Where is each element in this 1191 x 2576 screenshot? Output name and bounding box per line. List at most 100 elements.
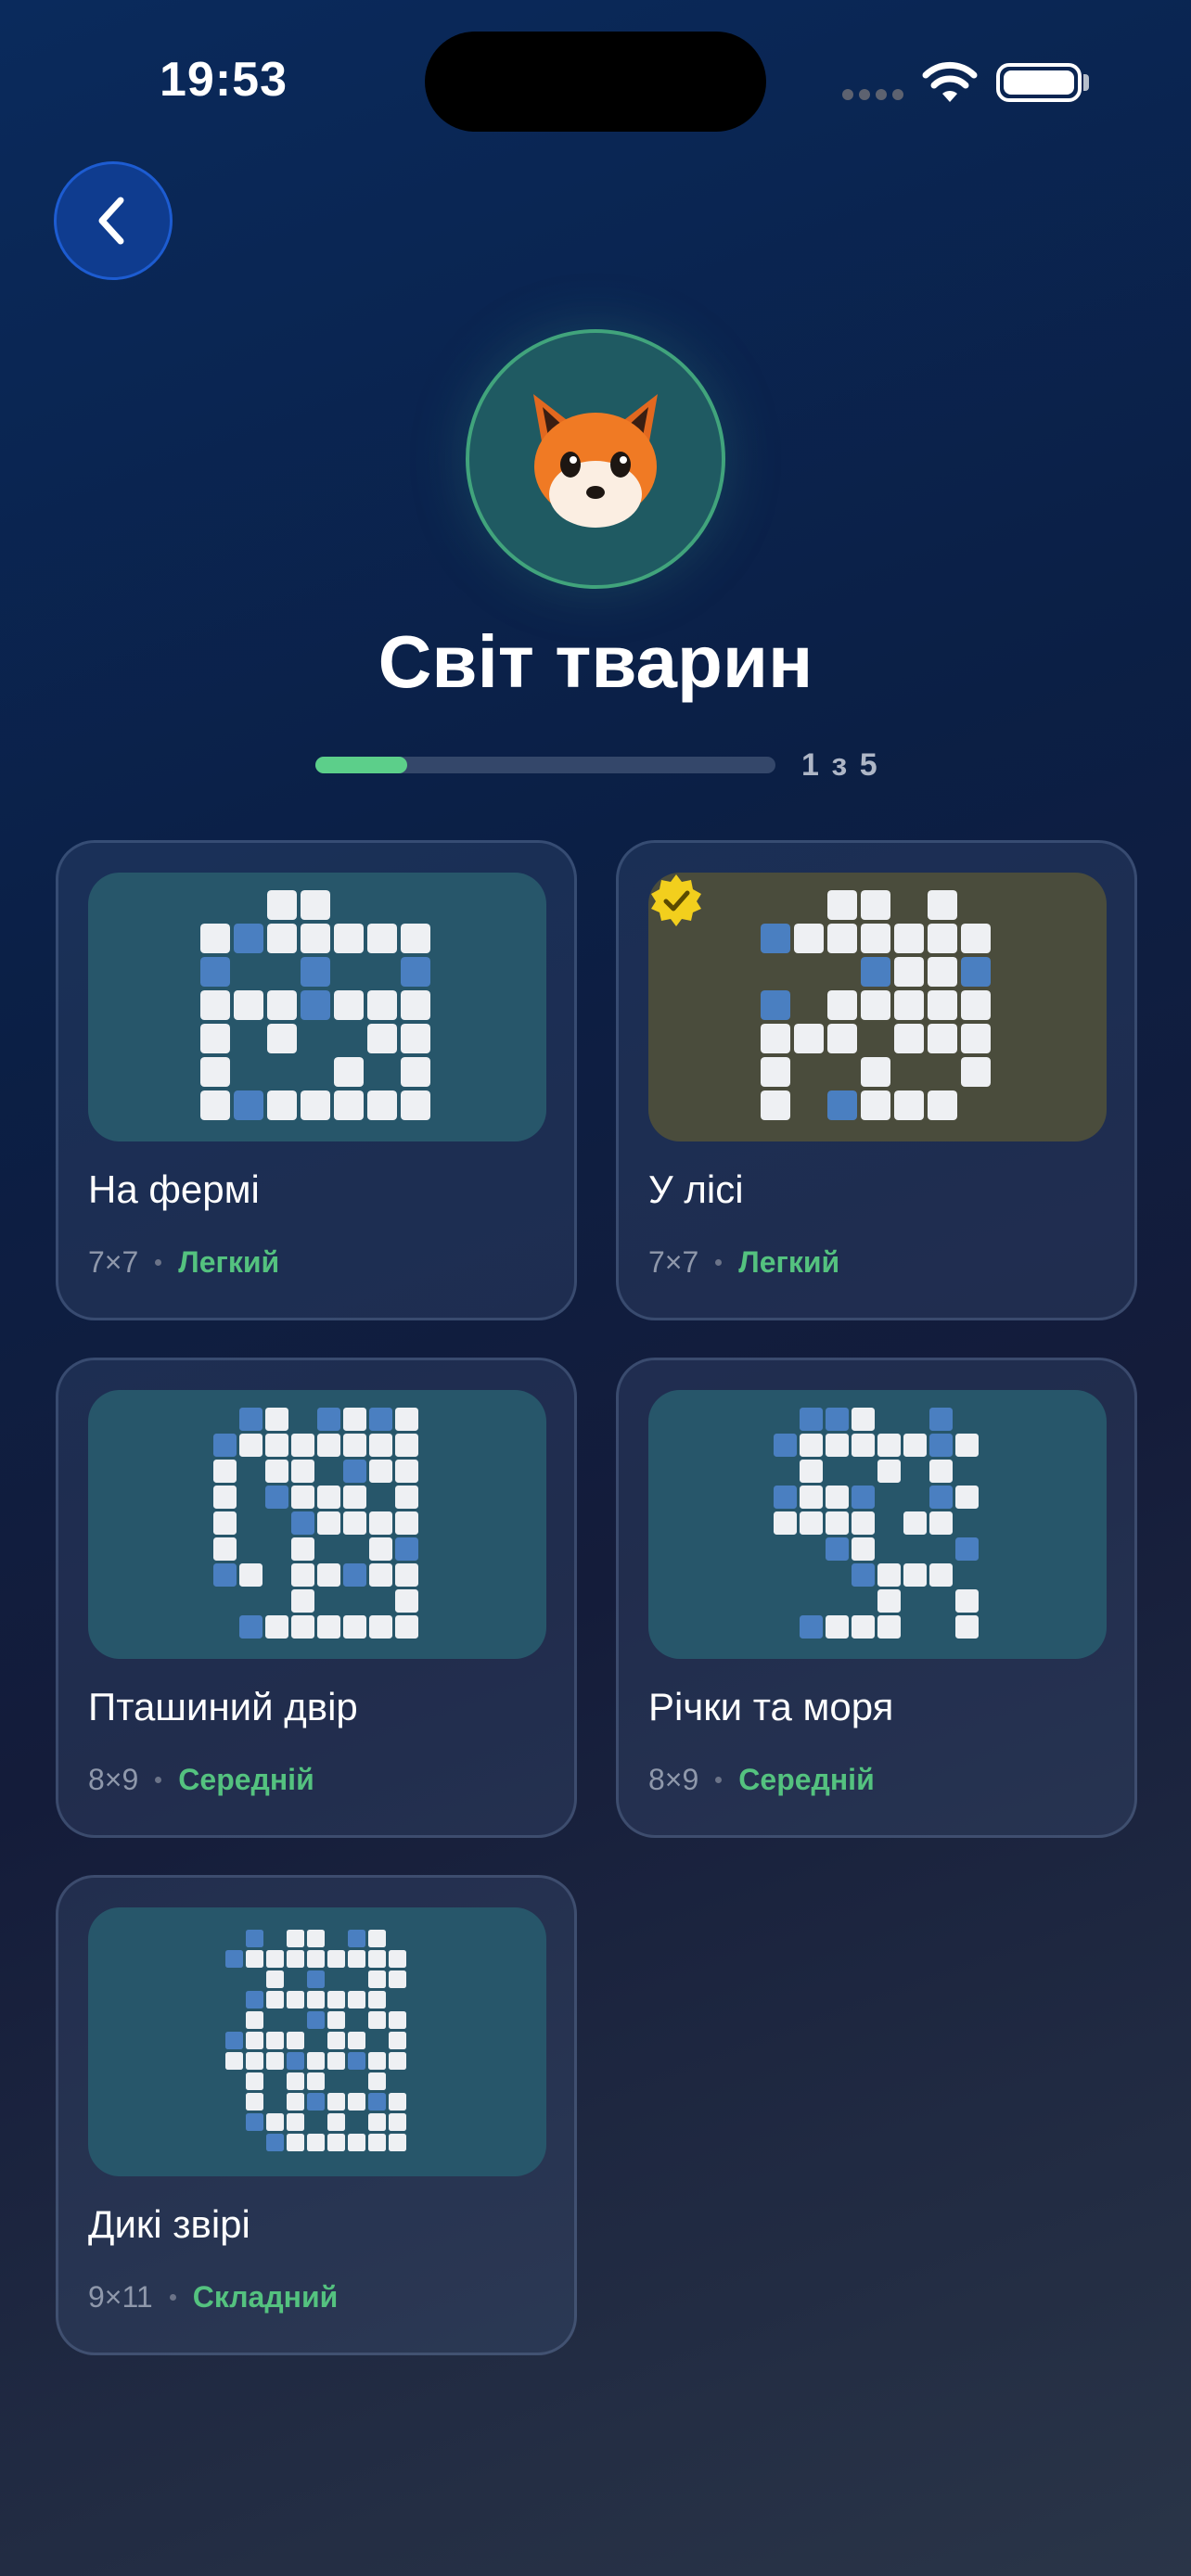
grid-cell (200, 1090, 230, 1120)
grid-cell (903, 1511, 927, 1535)
grid-cell (369, 1615, 392, 1639)
grid-cell (861, 1090, 890, 1120)
grid-cell-hint (826, 1408, 849, 1431)
dynamic-island (425, 32, 766, 132)
grid-cell (826, 1486, 849, 1509)
grid-cell (287, 2093, 304, 2111)
separator-dot (169, 2294, 176, 2301)
grid-cell (389, 2052, 406, 2070)
status-bar: 19:53 (0, 0, 1191, 167)
grid-cell (761, 1057, 790, 1087)
grid-cell (307, 1991, 325, 2009)
grid-cell (213, 1537, 237, 1561)
puzzle-card-u-lisi[interactable]: У лісі 7×7 Легкий (616, 840, 1137, 1320)
puzzle-card-dyki-zviri[interactable]: Дикі звірі 9×11 Складний (56, 1875, 577, 2355)
grid-cell (348, 1950, 365, 1968)
grid-cell-hint (774, 1434, 797, 1457)
grid-cell (327, 2134, 345, 2151)
grid-cell (307, 2134, 325, 2151)
chevron-left-icon (98, 197, 124, 245)
grid-cell (395, 1563, 418, 1587)
grid-cell (348, 2032, 365, 2049)
grid-cell (961, 990, 991, 1020)
back-button[interactable] (54, 161, 173, 280)
grid-cell (343, 1511, 366, 1535)
puzzle-thumbnail (88, 1907, 546, 2176)
grid-cell-hint (239, 1408, 263, 1431)
grid-cell-hint (852, 1486, 875, 1509)
grid-cell-hint (761, 924, 790, 953)
grid-cell (961, 924, 991, 953)
grid-cell (928, 1090, 957, 1120)
grid-cell-hint (774, 1486, 797, 1509)
separator-dot (715, 1777, 723, 1783)
grid-cell-hint (800, 1615, 823, 1639)
grid-cell (200, 990, 230, 1020)
grid-cell (369, 1511, 392, 1535)
grid-cell (800, 1486, 823, 1509)
grid-cell (287, 2032, 304, 2049)
grid-cell-hint (246, 1991, 263, 2009)
puzzle-grid-preview (774, 1408, 979, 1639)
grid-cell (334, 924, 364, 953)
grid-cell-hint (265, 1486, 288, 1509)
grid-cell (287, 2134, 304, 2151)
grid-cell (395, 1460, 418, 1483)
grid-cell (287, 1991, 304, 2009)
grid-cell (225, 2052, 243, 2070)
grid-cell (368, 2072, 386, 2090)
separator-dot (155, 1259, 162, 1266)
grid-cell (368, 2011, 386, 2029)
grid-cell (852, 1615, 875, 1639)
grid-cell-hint (348, 1930, 365, 1947)
grid-cell (334, 990, 364, 1020)
puzzle-card-na-fermi[interactable]: На фермі 7×7 Легкий (56, 840, 577, 1320)
puzzle-title: Дикі звірі (88, 2202, 250, 2246)
grid-cell (291, 1460, 314, 1483)
grid-cell (239, 1434, 263, 1457)
grid-cell (861, 890, 890, 920)
grid-cell-hint (225, 2032, 243, 2049)
grid-cell (246, 2011, 263, 2029)
grid-cell (852, 1511, 875, 1535)
grid-cell (929, 1511, 953, 1535)
grid-cell (301, 890, 330, 920)
grid-cell (369, 1537, 392, 1561)
grid-cell (368, 1970, 386, 1988)
grid-cell (955, 1434, 979, 1457)
grid-cell (928, 1024, 957, 1053)
puzzle-meta: 7×7 Легкий (88, 1245, 279, 1280)
grid-cell (800, 1434, 823, 1457)
grid-cell (234, 990, 263, 1020)
grid-cell (246, 2072, 263, 2090)
grid-cell (401, 1090, 430, 1120)
grid-cell (307, 2072, 325, 2090)
grid-cell (334, 1057, 364, 1087)
puzzle-card-ptashynyi-dvir[interactable]: Пташиний двір 8×9 Середній (56, 1358, 577, 1838)
grid-cell (327, 2032, 345, 2049)
grid-cell (317, 1615, 340, 1639)
puzzle-meta: 9×11 Складний (88, 2280, 338, 2315)
grid-cell (395, 1434, 418, 1457)
grid-cell (827, 890, 857, 920)
grid-cell (317, 1486, 340, 1509)
grid-cell (265, 1615, 288, 1639)
puzzle-card-richky-ta-moria[interactable]: Річки та моря 8×9 Середній (616, 1358, 1137, 1838)
grid-cell-hint (291, 1511, 314, 1535)
grid-cell (800, 1460, 823, 1483)
grid-cell (955, 1486, 979, 1509)
grid-cell (368, 1950, 386, 1968)
grid-cell-hint (200, 957, 230, 987)
grid-cell (401, 924, 430, 953)
grid-cell (761, 1024, 790, 1053)
grid-cell (894, 924, 924, 953)
grid-cell (401, 1024, 430, 1053)
grid-cell (287, 1950, 304, 1968)
grid-cell-hint (225, 1950, 243, 1968)
grid-cell (287, 2072, 304, 2090)
grid-cell (389, 2134, 406, 2151)
grid-cell (246, 1950, 263, 1968)
grid-cell (367, 1090, 397, 1120)
progress-bar (315, 757, 775, 773)
grid-cell-hint (852, 1563, 875, 1587)
